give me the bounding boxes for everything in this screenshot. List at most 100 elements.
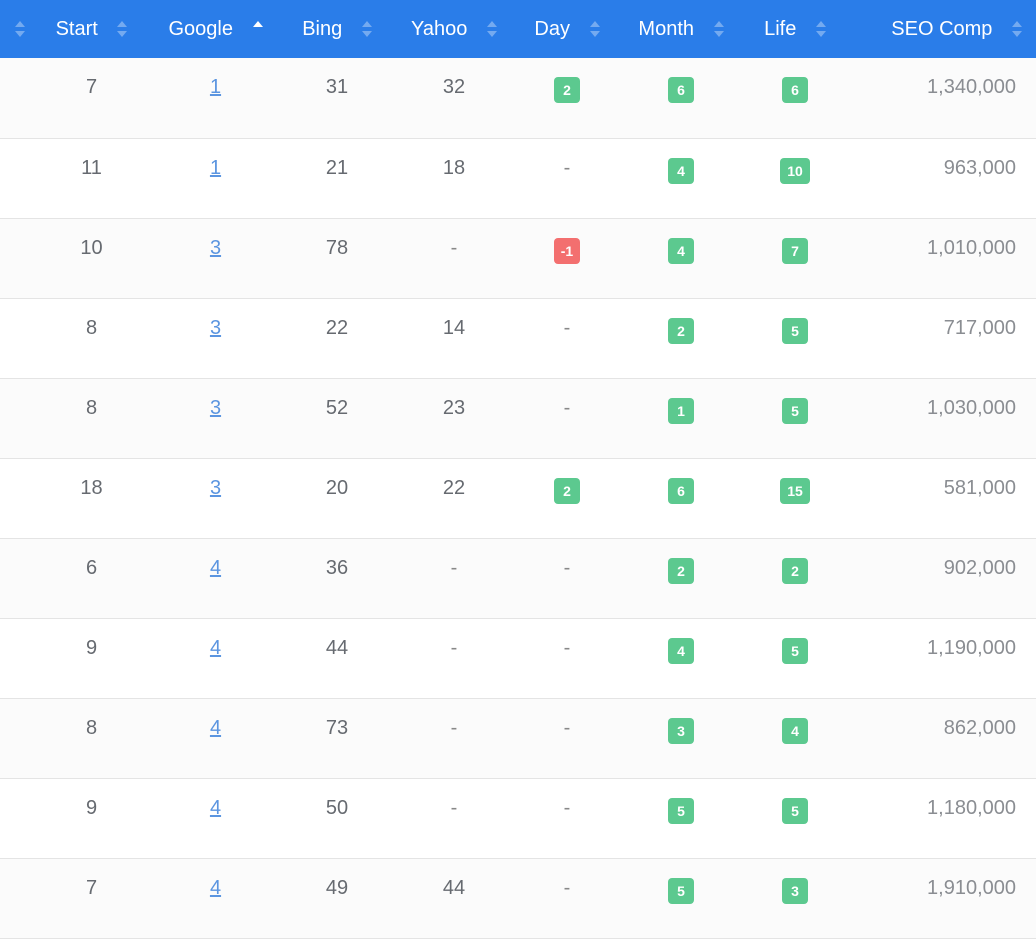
yahoo-cell: - — [386, 538, 522, 618]
google-rank-link[interactable]: 1 — [210, 76, 221, 98]
life-cell: 5 — [750, 378, 840, 458]
google-rank-link[interactable]: 3 — [210, 237, 221, 259]
start-cell: 7 — [40, 58, 143, 138]
day-cell: - — [522, 858, 612, 938]
life-cell: 5 — [750, 618, 840, 698]
month-cell: 5 — [612, 778, 750, 858]
bing-value: 44 — [325, 636, 349, 659]
table-row[interactable]: 6 4 36 - - 2 2 902,000 — [0, 538, 1036, 618]
yahoo-cell: - — [386, 218, 522, 298]
table-row[interactable]: 10 3 78 - -1 4 7 1,010,000 — [0, 218, 1036, 298]
table-body: 7 1 31 32 2 6 6 1,340,000 11 1 21 18-4 10 963,000 10 3 7… — [0, 58, 1036, 938]
column-header-bing[interactable]: Bing — [288, 0, 386, 58]
yahoo-value: 32 — [442, 76, 466, 98]
month-change-badge: 2 — [668, 317, 694, 344]
day-cell: - — [522, 778, 612, 858]
life-change-badge: 6 — [782, 77, 808, 103]
bing-cell: 73 — [288, 698, 386, 778]
column-header-label: Month — [638, 17, 695, 40]
start-value: 9 — [85, 636, 98, 659]
google-rank-link[interactable]: 4 — [210, 877, 221, 899]
table-row[interactable]: 9 4 50 - - 5 5 1,180,000 — [0, 778, 1036, 858]
month-cell: 3 — [612, 698, 750, 778]
day-value: - — [563, 556, 571, 579]
google-cell: 4 — [143, 618, 288, 698]
table-row[interactable]: 8 4 73 - - 3 4 862,000 — [0, 698, 1036, 778]
yahoo-cell: - — [386, 778, 522, 858]
start-cell: 18 — [40, 458, 143, 538]
month-cell: 5 — [612, 858, 750, 938]
start-cell: 9 — [40, 618, 143, 698]
column-header-google[interactable]: Google — [143, 0, 288, 58]
google-rank-link[interactable]: 1 — [210, 157, 221, 179]
bing-cell: 20 — [288, 458, 386, 538]
bing-value: 52 — [325, 396, 349, 419]
rankings-table: Start Google Bing Yahoo Day Month Life S… — [0, 0, 1036, 939]
column-header-seo-comp[interactable]: SEO Comp — [840, 0, 1036, 58]
start-cell: 8 — [40, 378, 143, 458]
month-cell: 2 — [612, 538, 750, 618]
google-cell: 4 — [143, 778, 288, 858]
table-row[interactable]: 8 3 52 23 - 1 5 1,030,000 — [0, 378, 1036, 458]
google-rank-link[interactable]: 3 — [210, 317, 221, 339]
row-spacer-cell — [0, 458, 40, 538]
table-row[interactable]: 18 3 20 22 2 6 15 581,000 — [0, 458, 1036, 538]
row-spacer-cell — [0, 218, 40, 298]
table-row[interactable]: 7 4 49 44 - 5 3 1,910,000 — [0, 858, 1036, 938]
google-rank-link[interactable]: 4 — [210, 797, 221, 819]
column-header-label: Life — [764, 17, 797, 40]
seo-comp-cell: 581,000 — [840, 458, 1036, 538]
day-value: - — [563, 156, 571, 179]
life-cell: 5 — [750, 298, 840, 378]
yahoo-value: - — [450, 636, 458, 659]
sort-ascending-icon — [252, 20, 263, 38]
yahoo-value: 23 — [442, 396, 466, 419]
month-change-badge: 4 — [668, 157, 694, 184]
sort-arrows-icon — [713, 20, 724, 38]
day-cell: 2 — [522, 458, 612, 538]
seo-comp-cell: 1,010,000 — [840, 218, 1036, 298]
google-rank-link[interactable]: 4 — [210, 637, 221, 659]
sort-arrows-icon — [589, 20, 600, 38]
bing-cell: 50 — [288, 778, 386, 858]
start-value: 18 — [80, 476, 103, 499]
month-cell: 4 — [612, 218, 750, 298]
bing-cell: 21 — [288, 138, 386, 218]
column-header-month[interactable]: Month — [612, 0, 750, 58]
sort-arrows-icon — [15, 20, 25, 38]
row-spacer-cell — [0, 618, 40, 698]
table-row[interactable]: 8 3 22 14 - 2 5 717,000 — [0, 298, 1036, 378]
table-row[interactable]: 7 1 31 32 2 6 6 1,340,000 — [0, 58, 1036, 138]
yahoo-cell: 32 — [386, 58, 522, 138]
column-header-day[interactable]: Day — [522, 0, 612, 58]
start-cell: 11 — [40, 138, 143, 218]
google-rank-link[interactable]: 3 — [210, 397, 221, 419]
yahoo-value: 22 — [442, 476, 466, 499]
life-cell: 7 — [750, 218, 840, 298]
start-value: 8 — [85, 396, 98, 419]
day-cell: - — [522, 138, 612, 218]
day-cell: - — [522, 298, 612, 378]
column-header-life[interactable]: Life — [750, 0, 840, 58]
google-rank-link[interactable]: 4 — [210, 557, 221, 579]
google-rank-link[interactable]: 3 — [210, 477, 221, 499]
sort-column-header[interactable] — [0, 0, 40, 58]
seo-comp-value: 1,010,000 — [927, 236, 1016, 259]
life-cell: 4 — [750, 698, 840, 778]
seo-comp-cell: 1,340,000 — [840, 58, 1036, 138]
table-row[interactable]: 11 1 21 18-4 10 963,000 — [0, 138, 1036, 218]
yahoo-value: - — [450, 556, 458, 579]
month-cell: 2 — [612, 298, 750, 378]
month-cell: 4 — [612, 618, 750, 698]
column-header-yahoo[interactable]: Yahoo — [386, 0, 522, 58]
seo-comp-value: 717,000 — [943, 316, 1016, 339]
seo-comp-value: 1,180,000 — [927, 796, 1016, 819]
month-change-badge: 2 — [668, 557, 694, 584]
table-row[interactable]: 9 4 44- -4 5 1,190,000 — [0, 618, 1036, 698]
start-cell: 9 — [40, 778, 143, 858]
google-cell: 3 — [143, 458, 288, 538]
google-rank-link[interactable]: 4 — [210, 717, 221, 739]
yahoo-cell: - — [386, 618, 522, 698]
bing-cell: 52 — [288, 378, 386, 458]
column-header-start[interactable]: Start — [40, 0, 143, 58]
